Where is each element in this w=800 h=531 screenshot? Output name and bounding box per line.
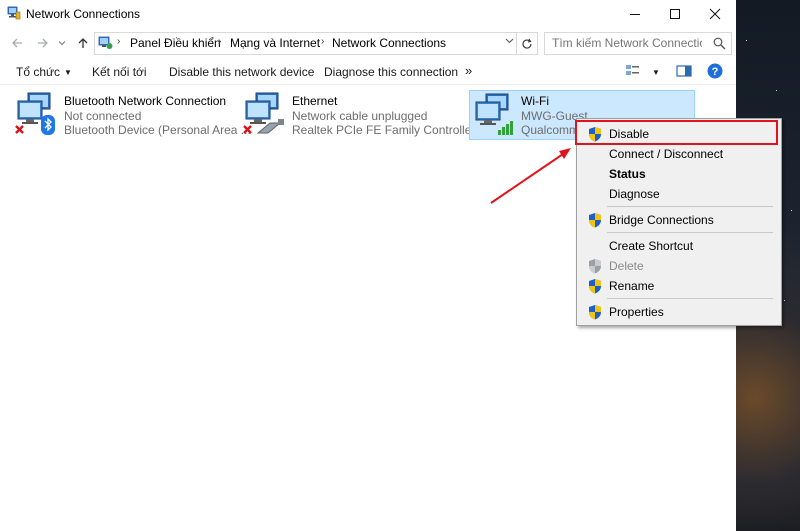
- bluetooth-network-icon: [15, 92, 55, 135]
- back-arrow-icon: [12, 38, 22, 48]
- context-menu: Disable Connect / Disconnect Status Diag…: [576, 118, 782, 326]
- uac-shield-icon: [589, 259, 601, 274]
- breadcrumb-network-internet[interactable]: Mạng và Internet: [230, 36, 320, 50]
- menu-item-bridge-connections[interactable]: Bridge Connections: [579, 210, 777, 230]
- uac-shield-icon: [589, 213, 601, 228]
- preview-pane-button[interactable]: [676, 64, 692, 81]
- ethernet-network-icon: [243, 92, 284, 134]
- connection-name: Wi-Fi: [521, 94, 549, 108]
- recent-locations-button[interactable]: [56, 33, 68, 53]
- uac-shield-icon: [589, 305, 601, 320]
- breadcrumb-control-panel[interactable]: Panel Điều khiển: [130, 36, 221, 50]
- menu-item-diagnose[interactable]: Diagnose: [579, 184, 777, 204]
- menu-item-label: Diagnose: [609, 187, 660, 201]
- connection-status: Network cable unplugged: [292, 109, 428, 123]
- chevron-down-icon: [505, 38, 514, 44]
- view-options-button[interactable]: ▼: [648, 65, 660, 79]
- chevron-down-icon: [58, 41, 66, 46]
- menu-item-rename[interactable]: Rename: [579, 276, 777, 296]
- connection-item-ethernet[interactable]: Ethernet Network cable unplugged Realtek…: [242, 91, 475, 139]
- menu-separator: [607, 206, 773, 207]
- menu-item-label: Rename: [609, 279, 655, 293]
- dropdown-caret-icon: ▼: [652, 68, 660, 77]
- menu-separator: [607, 298, 773, 299]
- highlight-box: [575, 120, 778, 145]
- close-button[interactable]: [692, 0, 738, 28]
- menu-item-properties[interactable]: Properties: [579, 302, 777, 322]
- breadcrumb-network-connections[interactable]: Network Connections: [332, 36, 446, 50]
- up-button[interactable]: [74, 33, 92, 53]
- disable-device-button[interactable]: Disable this network device: [169, 65, 314, 79]
- up-arrow-icon: [78, 38, 88, 48]
- network-connections-icon: [7, 6, 21, 20]
- back-button[interactable]: [8, 33, 26, 53]
- forward-button[interactable]: [34, 33, 52, 53]
- search-box[interactable]: [544, 32, 732, 55]
- breadcrumb-separator: ›: [321, 36, 325, 47]
- organize-label: Tổ chức: [16, 65, 61, 79]
- menu-item-label: Create Shortcut: [609, 239, 694, 253]
- connection-device: Bluetooth Device (Personal Area ...: [64, 123, 251, 137]
- refresh-icon: [522, 38, 532, 49]
- connection-item-bluetooth[interactable]: Bluetooth Network Connection Not connect…: [14, 91, 251, 139]
- preview-pane-icon: [676, 65, 692, 77]
- diagnose-connection-button[interactable]: Diagnose this connection: [324, 65, 458, 79]
- change-view-button[interactable]: [625, 64, 641, 81]
- connection-status: Not connected: [64, 109, 142, 123]
- maximize-icon: [670, 9, 680, 19]
- menu-item-label: Bridge Connections: [609, 213, 714, 227]
- address-dropdown-button[interactable]: [505, 36, 514, 48]
- title-bar: Network Connections: [0, 0, 736, 28]
- menu-item-label: Connect / Disconnect: [609, 147, 724, 161]
- menu-item-connect-disconnect[interactable]: Connect / Disconnect: [579, 144, 777, 164]
- menu-item-status[interactable]: Status: [579, 164, 777, 184]
- dropdown-caret-icon: ▼: [64, 68, 72, 77]
- window-title: Network Connections: [26, 7, 141, 21]
- help-icon: ?: [707, 63, 723, 79]
- close-icon: [709, 8, 721, 20]
- address-row: › Panel Điều khiển › Mạng và Internet › …: [0, 30, 736, 56]
- control-panel-icon: [98, 36, 113, 49]
- minimize-icon: [630, 14, 640, 15]
- connection-device: Realtek PCIe FE Family Controller: [292, 123, 476, 137]
- menu-item-label: Status: [609, 167, 646, 181]
- connection-name: Bluetooth Network Connection: [64, 94, 227, 108]
- breadcrumb-separator: ›: [117, 36, 121, 47]
- forward-arrow-icon: [38, 38, 48, 48]
- uac-shield-icon: [589, 279, 601, 294]
- connect-to-button[interactable]: Kết nối tới: [92, 65, 147, 79]
- svg-text:?: ?: [712, 66, 719, 78]
- address-bar[interactable]: › Panel Điều khiển › Mạng và Internet › …: [94, 32, 517, 55]
- menu-separator: [607, 232, 773, 233]
- command-bar: Tổ chức ▼ Kết nối tới Disable this networ…: [0, 60, 736, 85]
- wifi-network-icon: [475, 93, 513, 135]
- menu-item-label: Delete: [609, 259, 644, 273]
- refresh-button[interactable]: [517, 32, 538, 55]
- connection-device: Qualcomm: [521, 123, 580, 137]
- breadcrumb-separator: ›: [218, 36, 222, 47]
- search-icon: [713, 37, 726, 50]
- view-details-icon: [626, 65, 639, 75]
- menu-item-label: Properties: [609, 305, 664, 319]
- more-commands-button[interactable]: »: [465, 63, 472, 78]
- help-button[interactable]: ?: [707, 63, 723, 82]
- connection-name: Ethernet: [292, 94, 338, 108]
- search-input[interactable]: [552, 36, 702, 50]
- menu-item-delete: Delete: [579, 256, 777, 276]
- organize-button[interactable]: Tổ chức ▼: [16, 65, 72, 79]
- menu-item-create-shortcut[interactable]: Create Shortcut: [579, 236, 777, 256]
- network-connections-window: Network Connections › Panel Điều khiển ›…: [0, 0, 782, 531]
